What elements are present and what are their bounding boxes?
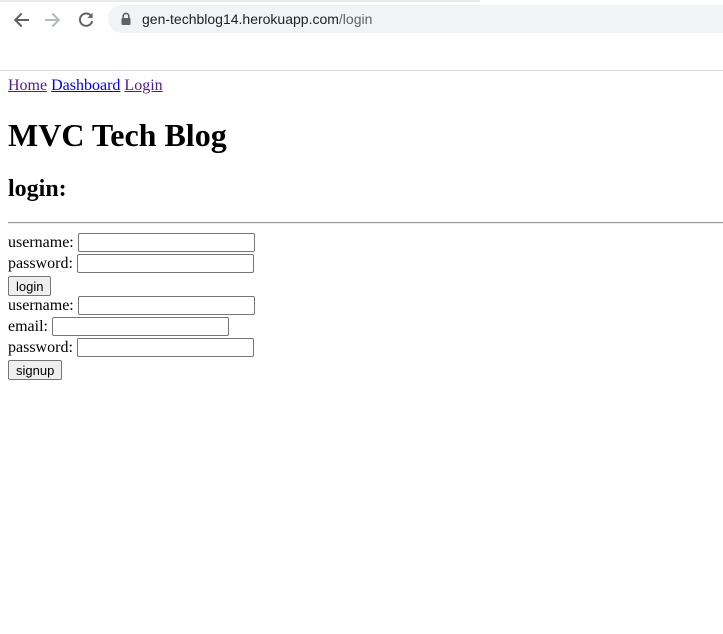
signup-password-row: password: bbox=[8, 337, 254, 358]
login-password-label: password: bbox=[8, 254, 73, 272]
signup-email-row: email: bbox=[8, 316, 229, 337]
url-path: /login bbox=[338, 11, 373, 27]
signup-username-label: username: bbox=[8, 296, 74, 314]
nav-link-login[interactable]: Login bbox=[124, 77, 162, 94]
back-button[interactable] bbox=[9, 8, 33, 32]
divider bbox=[8, 222, 723, 224]
login-username-label: username: bbox=[8, 233, 74, 251]
back-arrow-icon bbox=[13, 12, 29, 28]
section-title: login: bbox=[8, 176, 67, 202]
reload-button[interactable] bbox=[74, 8, 98, 32]
lock-icon[interactable] bbox=[120, 12, 132, 26]
browser-toolbar: gen-techblog14.herokuapp.com/login bbox=[0, 0, 723, 71]
signup-button[interactable]: signup bbox=[8, 360, 63, 380]
signup-username-input[interactable] bbox=[77, 296, 255, 315]
site-nav: Home Dashboard Login bbox=[8, 77, 163, 95]
login-password-input[interactable] bbox=[76, 254, 254, 273]
nav-link-dashboard[interactable]: Dashboard bbox=[51, 77, 120, 94]
signup-password-label: password: bbox=[8, 338, 73, 356]
site-title: MVC Tech Blog bbox=[8, 117, 227, 153]
signup-username-row: username: bbox=[8, 295, 255, 316]
forward-arrow-icon bbox=[45, 12, 61, 28]
signup-email-label: email: bbox=[8, 317, 48, 335]
signup-email-input[interactable] bbox=[51, 317, 229, 336]
nav-link-home[interactable]: Home bbox=[8, 77, 47, 94]
login-button[interactable]: login bbox=[8, 276, 52, 296]
login-username-row: username: bbox=[8, 232, 255, 253]
address-bar[interactable]: gen-techblog14.herokuapp.com/login bbox=[108, 5, 723, 33]
login-username-input[interactable] bbox=[77, 233, 255, 252]
tab-strip-edge bbox=[0, 0, 480, 2]
login-password-row: password: bbox=[8, 253, 254, 274]
reload-icon bbox=[78, 12, 94, 27]
url-host: gen-techblog14.herokuapp.com bbox=[142, 11, 339, 27]
signup-password-input[interactable] bbox=[76, 338, 254, 357]
forward-button[interactable] bbox=[41, 8, 65, 32]
url-text[interactable]: gen-techblog14.herokuapp.com/login bbox=[142, 11, 372, 27]
